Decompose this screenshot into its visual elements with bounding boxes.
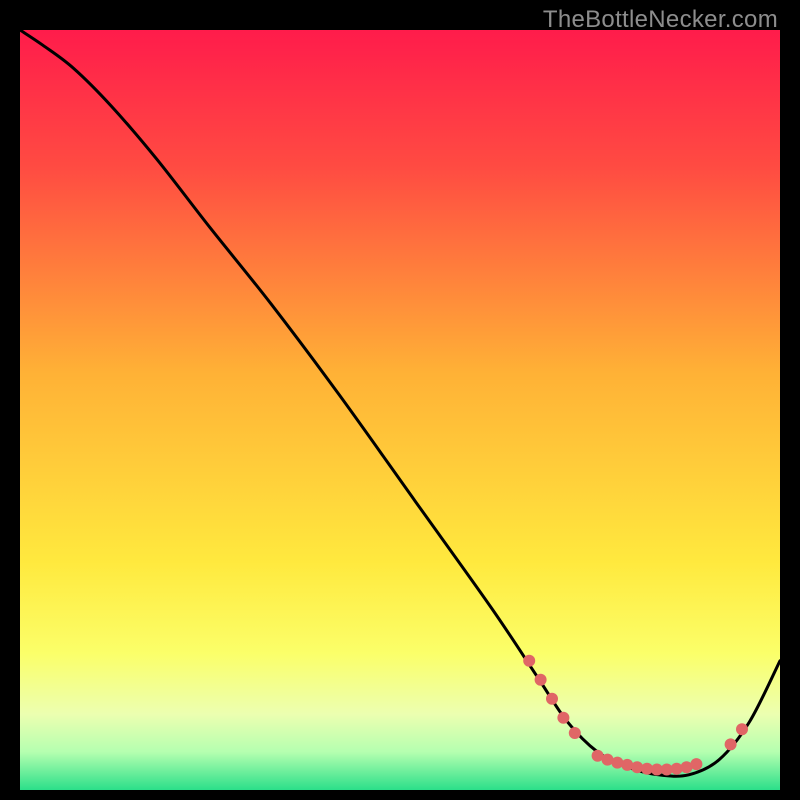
marker-dot: [535, 674, 547, 686]
marker-dot: [557, 712, 569, 724]
marker-dot: [690, 758, 702, 770]
marker-dot: [523, 655, 535, 667]
marker-dot: [569, 727, 581, 739]
chart-frame: [20, 30, 780, 790]
marker-dot: [725, 738, 737, 750]
bottleneck-chart: [20, 30, 780, 790]
gradient-background: [20, 30, 780, 790]
marker-dot: [736, 723, 748, 735]
marker-dot: [546, 693, 558, 705]
